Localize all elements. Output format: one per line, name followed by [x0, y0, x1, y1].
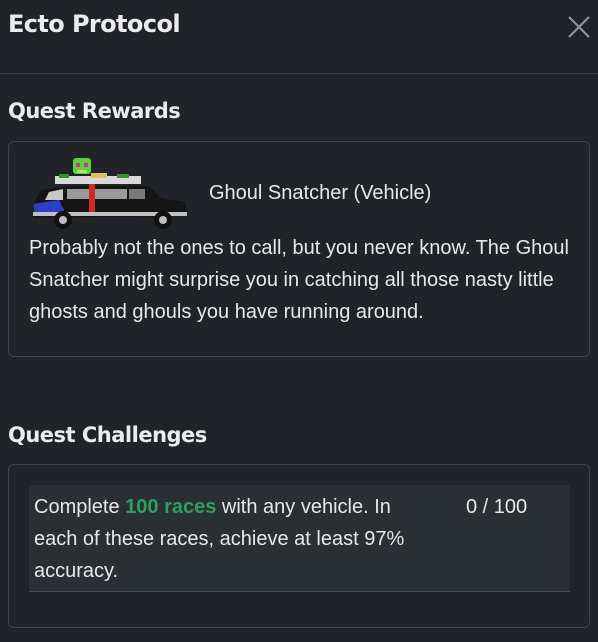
- rewards-heading: Quest Rewards: [8, 99, 181, 123]
- reward-description: Probably not the ones to call, but you n…: [29, 237, 569, 323]
- dialog-header: Ecto Protocol: [0, 0, 598, 74]
- challenge-description: Complete 100 races with any vehicle. In …: [34, 491, 434, 587]
- challenge-text-before: Complete: [34, 496, 126, 518]
- challenge-progress: 0 / 100: [466, 496, 528, 518]
- reward-name: Ghoul Snatcher (Vehicle): [209, 182, 432, 204]
- challenge-highlight: 100 races: [125, 496, 217, 518]
- dialog-title: Ecto Protocol: [8, 10, 181, 38]
- reward-item: Ghoul Snatcher (Vehicle): [29, 156, 569, 232]
- challenges-card: Complete 100 races with any vehicle. In …: [8, 464, 590, 628]
- challenges-heading: Quest Challenges: [8, 423, 207, 447]
- close-icon[interactable]: [566, 14, 592, 40]
- hearse-vehicle-image: [33, 158, 187, 229]
- reward-card: Ghoul Snatcher (Vehicle) Probably not th…: [8, 141, 590, 357]
- challenge-row: Complete 100 races with any vehicle. In …: [29, 485, 570, 592]
